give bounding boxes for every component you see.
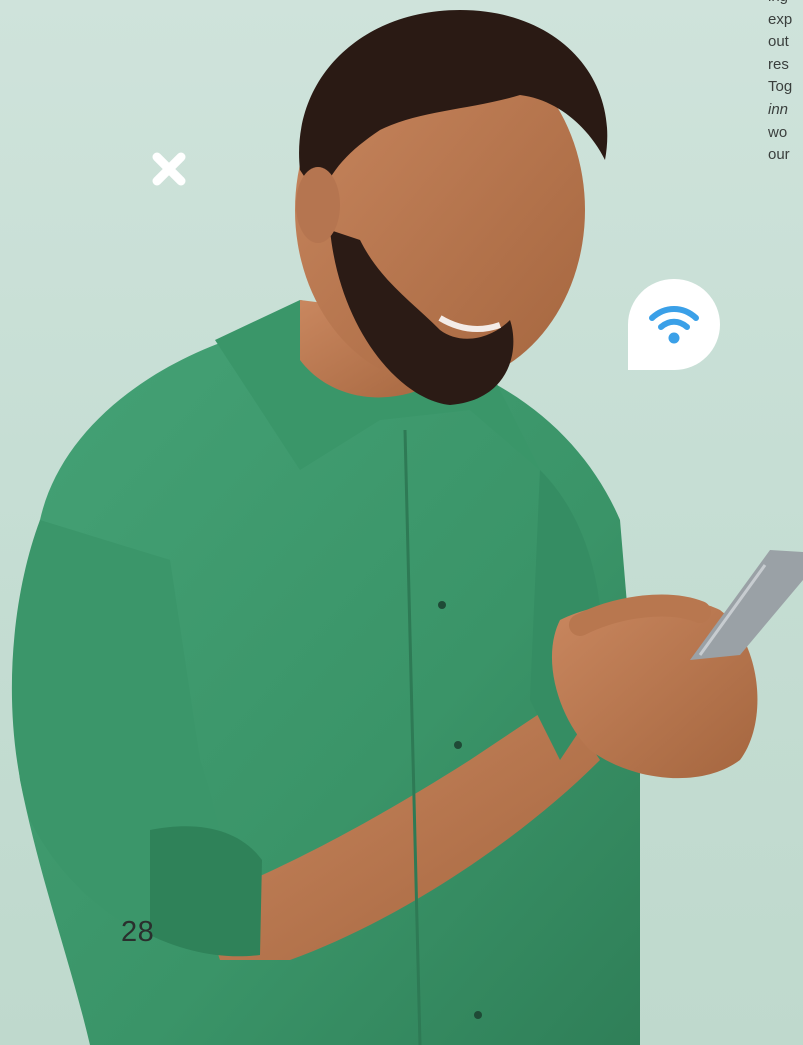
body-text-line: out: [768, 33, 789, 51]
body-text-line: ing: [768, 0, 803, 9]
body-text-line: wo: [768, 123, 788, 141]
page-number: 28: [121, 916, 155, 948]
body-text-line: our: [768, 146, 790, 164]
wifi-icon: [649, 306, 699, 344]
page: ing exp out res Tog inn wo our 28: [0, 0, 803, 1045]
man-with-phone-photo: [11, 10, 803, 1045]
body-text-line: inn: [768, 100, 789, 118]
body-text-line: Tog: [768, 78, 793, 96]
wifi-badge: [628, 279, 720, 370]
close-icon: [152, 152, 186, 186]
body-text-line: exp: [768, 10, 793, 28]
body-text-line: res: [768, 55, 789, 73]
body-text-column: ing exp out res Tog inn wo our: [768, 0, 803, 167]
